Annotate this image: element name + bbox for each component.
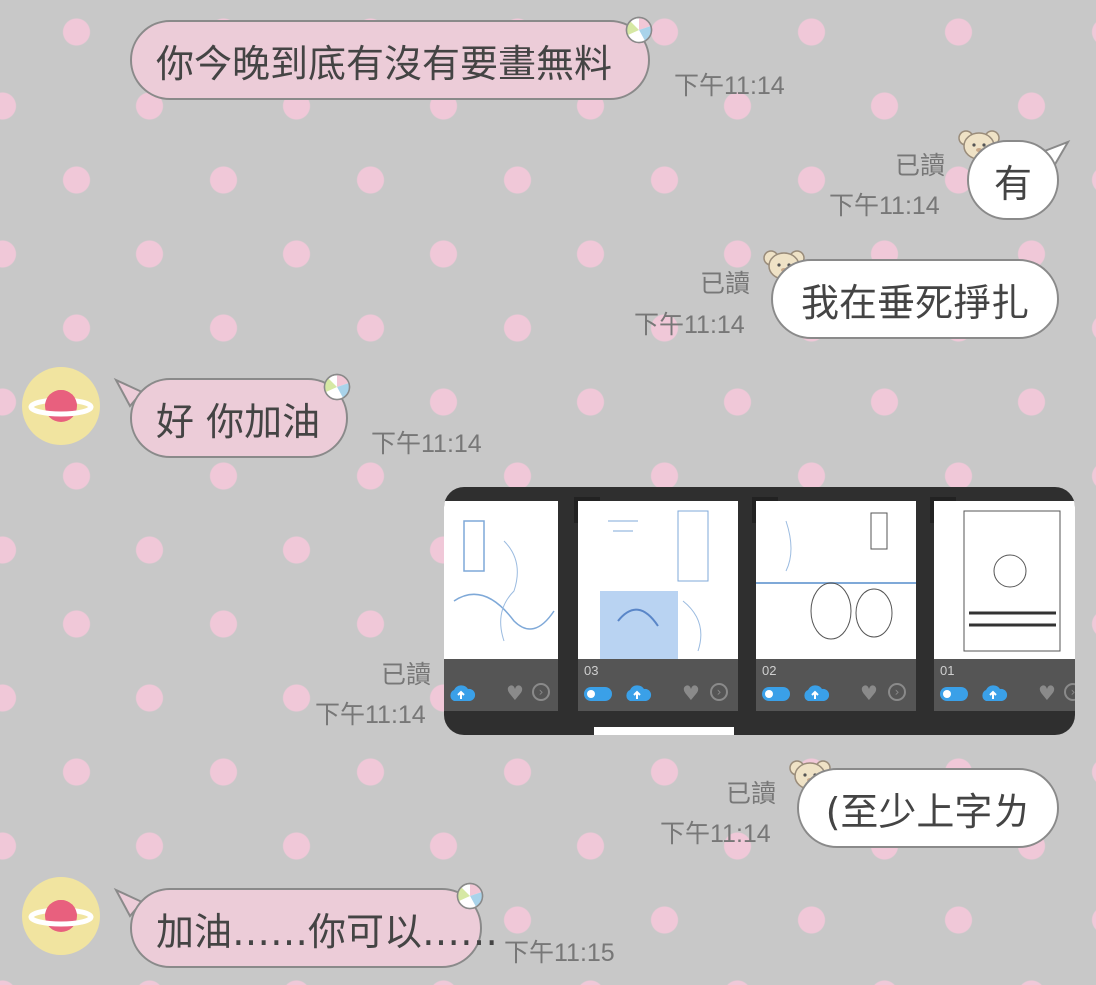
avatar[interactable] — [22, 367, 100, 445]
message-bubble[interactable]: 有 — [967, 140, 1059, 220]
message-text: 你今晚到底有沒有要畫無料 — [156, 41, 613, 86]
shared-image[interactable]: ♥ › 03 ♥ › 02 ♥ › 01 ♥ › — [444, 487, 1075, 735]
cloud-upload-icon[interactable] — [800, 683, 830, 703]
message-time: 下午11:14 — [829, 192, 940, 220]
manga-page — [578, 501, 738, 659]
page-toggle[interactable] — [762, 687, 790, 701]
page-label: 03 — [584, 663, 599, 678]
read-receipt: 已讀 — [726, 779, 777, 808]
page-label: 01 — [940, 663, 955, 678]
read-receipt: 已讀 — [895, 151, 946, 180]
heart-icon[interactable]: ♥ — [1038, 681, 1056, 705]
heart-icon[interactable]: ♥ — [860, 681, 878, 705]
read-receipt: 已讀 — [700, 269, 751, 298]
read-receipt: 已讀 — [381, 660, 432, 689]
message-bubble[interactable]: 我在垂死掙扎 — [771, 259, 1059, 339]
message-time: 下午11:14 — [634, 311, 745, 339]
manga-page — [594, 727, 734, 735]
message-time: 下午11:14 — [315, 701, 426, 729]
message-text: 加油……你可以…… — [156, 909, 499, 954]
cloud-upload-icon[interactable] — [978, 683, 1008, 703]
message-text: 我在垂死掙扎 — [800, 280, 1029, 325]
message-text: 好 你加油 — [156, 399, 321, 444]
chevron-right-icon[interactable]: › — [1064, 683, 1075, 701]
page-toggle[interactable] — [940, 687, 968, 701]
message-bubble[interactable]: (至少上字ㄌ — [797, 768, 1059, 848]
message-text: (至少上字ㄌ — [825, 789, 1031, 834]
message-time: 下午11:14 — [674, 72, 785, 100]
message-bubble[interactable]: 你今晚到底有沒有要畫無料 — [130, 20, 650, 100]
message-time: 下午11:15 — [504, 939, 615, 967]
message-text: 有 — [993, 161, 1032, 206]
cloud-upload-icon[interactable] — [446, 683, 476, 703]
message-time: 下午11:14 — [371, 430, 482, 458]
cloud-upload-icon[interactable] — [622, 683, 652, 703]
heart-icon[interactable]: ♥ — [506, 681, 524, 705]
manga-page — [444, 501, 558, 659]
manga-page — [756, 501, 916, 659]
message-bubble[interactable]: 加油……你可以…… — [130, 888, 498, 968]
avatar[interactable] — [22, 877, 100, 955]
chevron-right-icon[interactable]: › — [710, 683, 728, 701]
page-toggle[interactable] — [584, 687, 612, 701]
message-time: 下午11:14 — [660, 820, 771, 848]
message-bubble[interactable]: 好 你加油 — [130, 378, 348, 458]
manga-page — [934, 501, 1075, 659]
chevron-right-icon[interactable]: › — [888, 683, 906, 701]
page-label: 02 — [762, 663, 777, 678]
beach-ball-icon — [625, 16, 653, 44]
beach-ball-icon — [456, 882, 484, 910]
chevron-right-icon[interactable]: › — [532, 683, 550, 701]
heart-icon[interactable]: ♥ — [682, 681, 700, 705]
beach-ball-icon — [323, 373, 351, 401]
